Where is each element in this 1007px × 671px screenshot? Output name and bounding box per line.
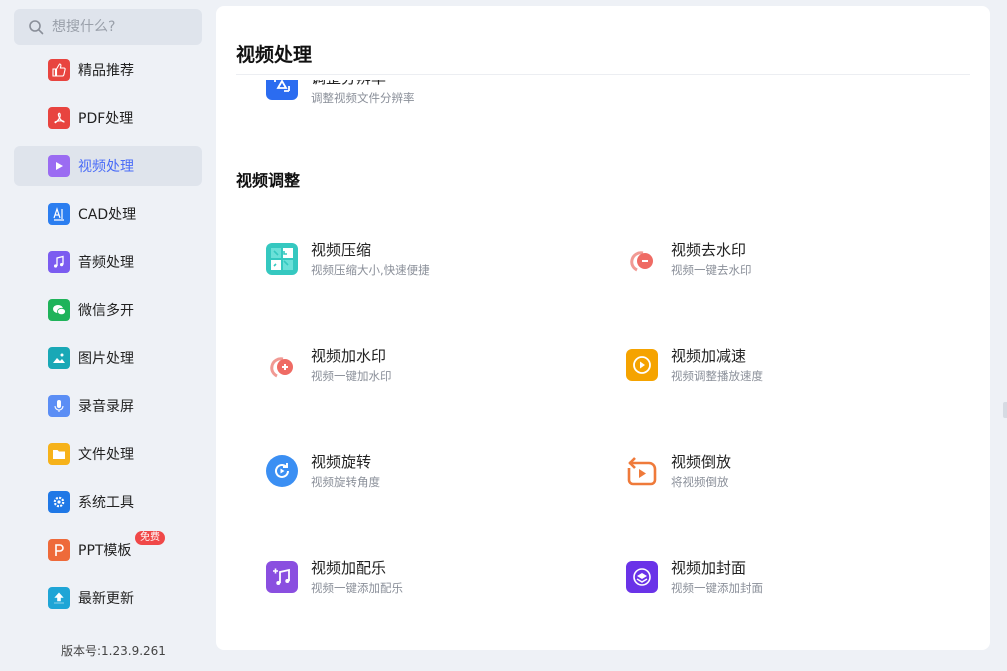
sidebar-item-pdf[interactable]: PDF处理 bbox=[14, 98, 202, 138]
tool-title: 视频加配乐 bbox=[311, 559, 387, 577]
search-box[interactable] bbox=[14, 9, 202, 45]
sidebar-item-label: PPT模板 bbox=[78, 543, 132, 559]
thumbs-up-icon bbox=[48, 59, 70, 81]
search-icon bbox=[29, 20, 44, 35]
tool-title: 视频旋转 bbox=[311, 453, 372, 471]
tool-desc: 视频调整播放速度 bbox=[671, 369, 763, 383]
sidebar-item-updates[interactable]: 最新更新 bbox=[14, 578, 202, 618]
tool-title: 视频加封面 bbox=[671, 559, 747, 577]
tool-item-compress[interactable]: 视频压缩 视频压缩大小,快速便捷 bbox=[266, 240, 430, 278]
sidebar-item-label: 文件处理 bbox=[78, 447, 134, 463]
tool-item-add-watermark[interactable]: 视频加水印 视频一键加水印 bbox=[266, 346, 392, 384]
tool-title: 视频加水印 bbox=[311, 347, 387, 365]
microphone-icon bbox=[48, 395, 70, 417]
pdf-icon bbox=[48, 107, 70, 129]
sidebar-item-label: 音频处理 bbox=[78, 255, 134, 271]
tool-item-resolution[interactable]: 调整分辨率 调整视频文件分辨率 bbox=[266, 80, 626, 116]
tool-desc: 调整视频文件分辨率 bbox=[311, 91, 415, 105]
sidebar-item-ppt[interactable]: PPT模板 免费 bbox=[14, 530, 202, 570]
tool-item-add-cover[interactable]: 视频加封面 视频一键添加封面 bbox=[626, 558, 763, 596]
main-panel: 视频处理 调整分辨率 调整视频文件分辨率 视频调整 视频压缩 视频压缩大小,快速… bbox=[216, 6, 990, 650]
tool-desc: 视频一键加水印 bbox=[311, 369, 392, 383]
sidebar-item-image[interactable]: 图片处理 bbox=[14, 338, 202, 378]
sidebar-nav: 精品推荐 PDF处理 视频处理 CAD处理 音频处理 微信多开 图片处理 录音录… bbox=[14, 50, 202, 626]
upload-icon bbox=[48, 587, 70, 609]
tool-title: 调整分辨率 bbox=[311, 80, 415, 88]
gear-icon bbox=[48, 491, 70, 513]
sidebar-item-label: CAD处理 bbox=[78, 207, 137, 223]
tool-desc: 视频一键添加配乐 bbox=[311, 581, 403, 595]
sidebar-item-cad[interactable]: CAD处理 bbox=[14, 194, 202, 234]
tool-item-speed[interactable]: 视频加减速 视频调整播放速度 bbox=[626, 346, 763, 384]
wechat-icon bbox=[48, 299, 70, 321]
resolution-icon bbox=[266, 80, 298, 100]
tool-desc: 视频压缩大小,快速便捷 bbox=[311, 263, 430, 277]
reverse-icon bbox=[626, 455, 658, 487]
free-badge: 免费 bbox=[135, 531, 165, 545]
tool-item-remove-watermark[interactable]: 视频去水印 视频一键去水印 bbox=[626, 240, 752, 278]
sidebar-item-label: 录音录屏 bbox=[78, 399, 134, 415]
edge-handle[interactable] bbox=[1003, 402, 1007, 418]
tool-title: 视频压缩 bbox=[311, 241, 372, 259]
section-title: 视频调整 bbox=[236, 171, 301, 190]
tool-desc: 视频一键添加封面 bbox=[671, 581, 763, 595]
sidebar-item-label: 最新更新 bbox=[78, 591, 134, 607]
sidebar-item-label: 视频处理 bbox=[78, 159, 134, 175]
music-icon bbox=[48, 251, 70, 273]
sidebar-item-label: 系统工具 bbox=[78, 495, 134, 511]
tool-title: 视频倒放 bbox=[671, 453, 732, 471]
tool-title: 视频去水印 bbox=[671, 241, 747, 259]
tool-title: 视频加减速 bbox=[671, 347, 747, 365]
cad-icon bbox=[48, 203, 70, 225]
image-icon bbox=[48, 347, 70, 369]
sidebar-item-video[interactable]: 视频处理 bbox=[14, 146, 202, 186]
sidebar-item-record[interactable]: 录音录屏 bbox=[14, 386, 202, 426]
add-cover-icon bbox=[626, 561, 658, 593]
speed-icon bbox=[626, 349, 658, 381]
sidebar-item-label: 精品推荐 bbox=[78, 63, 134, 79]
tool-item-rotate[interactable]: 视频旋转 视频旋转角度 bbox=[266, 452, 380, 490]
version-label: 版本号:1.23.9.261 bbox=[61, 644, 166, 658]
add-music-icon bbox=[266, 561, 298, 593]
rotate-icon bbox=[266, 455, 298, 487]
sidebar: 精品推荐 PDF处理 视频处理 CAD处理 音频处理 bbox=[0, 0, 216, 671]
play-icon bbox=[48, 155, 70, 177]
remove-watermark-icon bbox=[626, 243, 658, 275]
folder-icon bbox=[48, 443, 70, 465]
header-divider bbox=[236, 74, 970, 75]
tool-item-reverse[interactable]: 视频倒放 将视频倒放 bbox=[626, 452, 731, 490]
sidebar-item-audio[interactable]: 音频处理 bbox=[14, 242, 202, 282]
tool-desc: 视频旋转角度 bbox=[311, 475, 380, 489]
sidebar-item-wechat[interactable]: 微信多开 bbox=[14, 290, 202, 330]
add-watermark-icon bbox=[266, 349, 298, 381]
tool-desc: 视频一键去水印 bbox=[671, 263, 752, 277]
tool-desc: 将视频倒放 bbox=[671, 475, 729, 489]
page-title: 视频处理 bbox=[236, 44, 313, 66]
sidebar-item-label: PDF处理 bbox=[78, 111, 134, 127]
ppt-icon bbox=[48, 539, 70, 561]
tool-item-add-music[interactable]: 视频加配乐 视频一键添加配乐 bbox=[266, 558, 403, 596]
search-input[interactable] bbox=[52, 19, 182, 35]
sidebar-item-system[interactable]: 系统工具 bbox=[14, 482, 202, 522]
sidebar-item-label: 微信多开 bbox=[78, 303, 134, 319]
sidebar-item-file[interactable]: 文件处理 bbox=[14, 434, 202, 474]
sidebar-item-featured[interactable]: 精品推荐 bbox=[14, 50, 202, 90]
sidebar-item-label: 图片处理 bbox=[78, 351, 134, 367]
compress-icon bbox=[266, 243, 298, 275]
